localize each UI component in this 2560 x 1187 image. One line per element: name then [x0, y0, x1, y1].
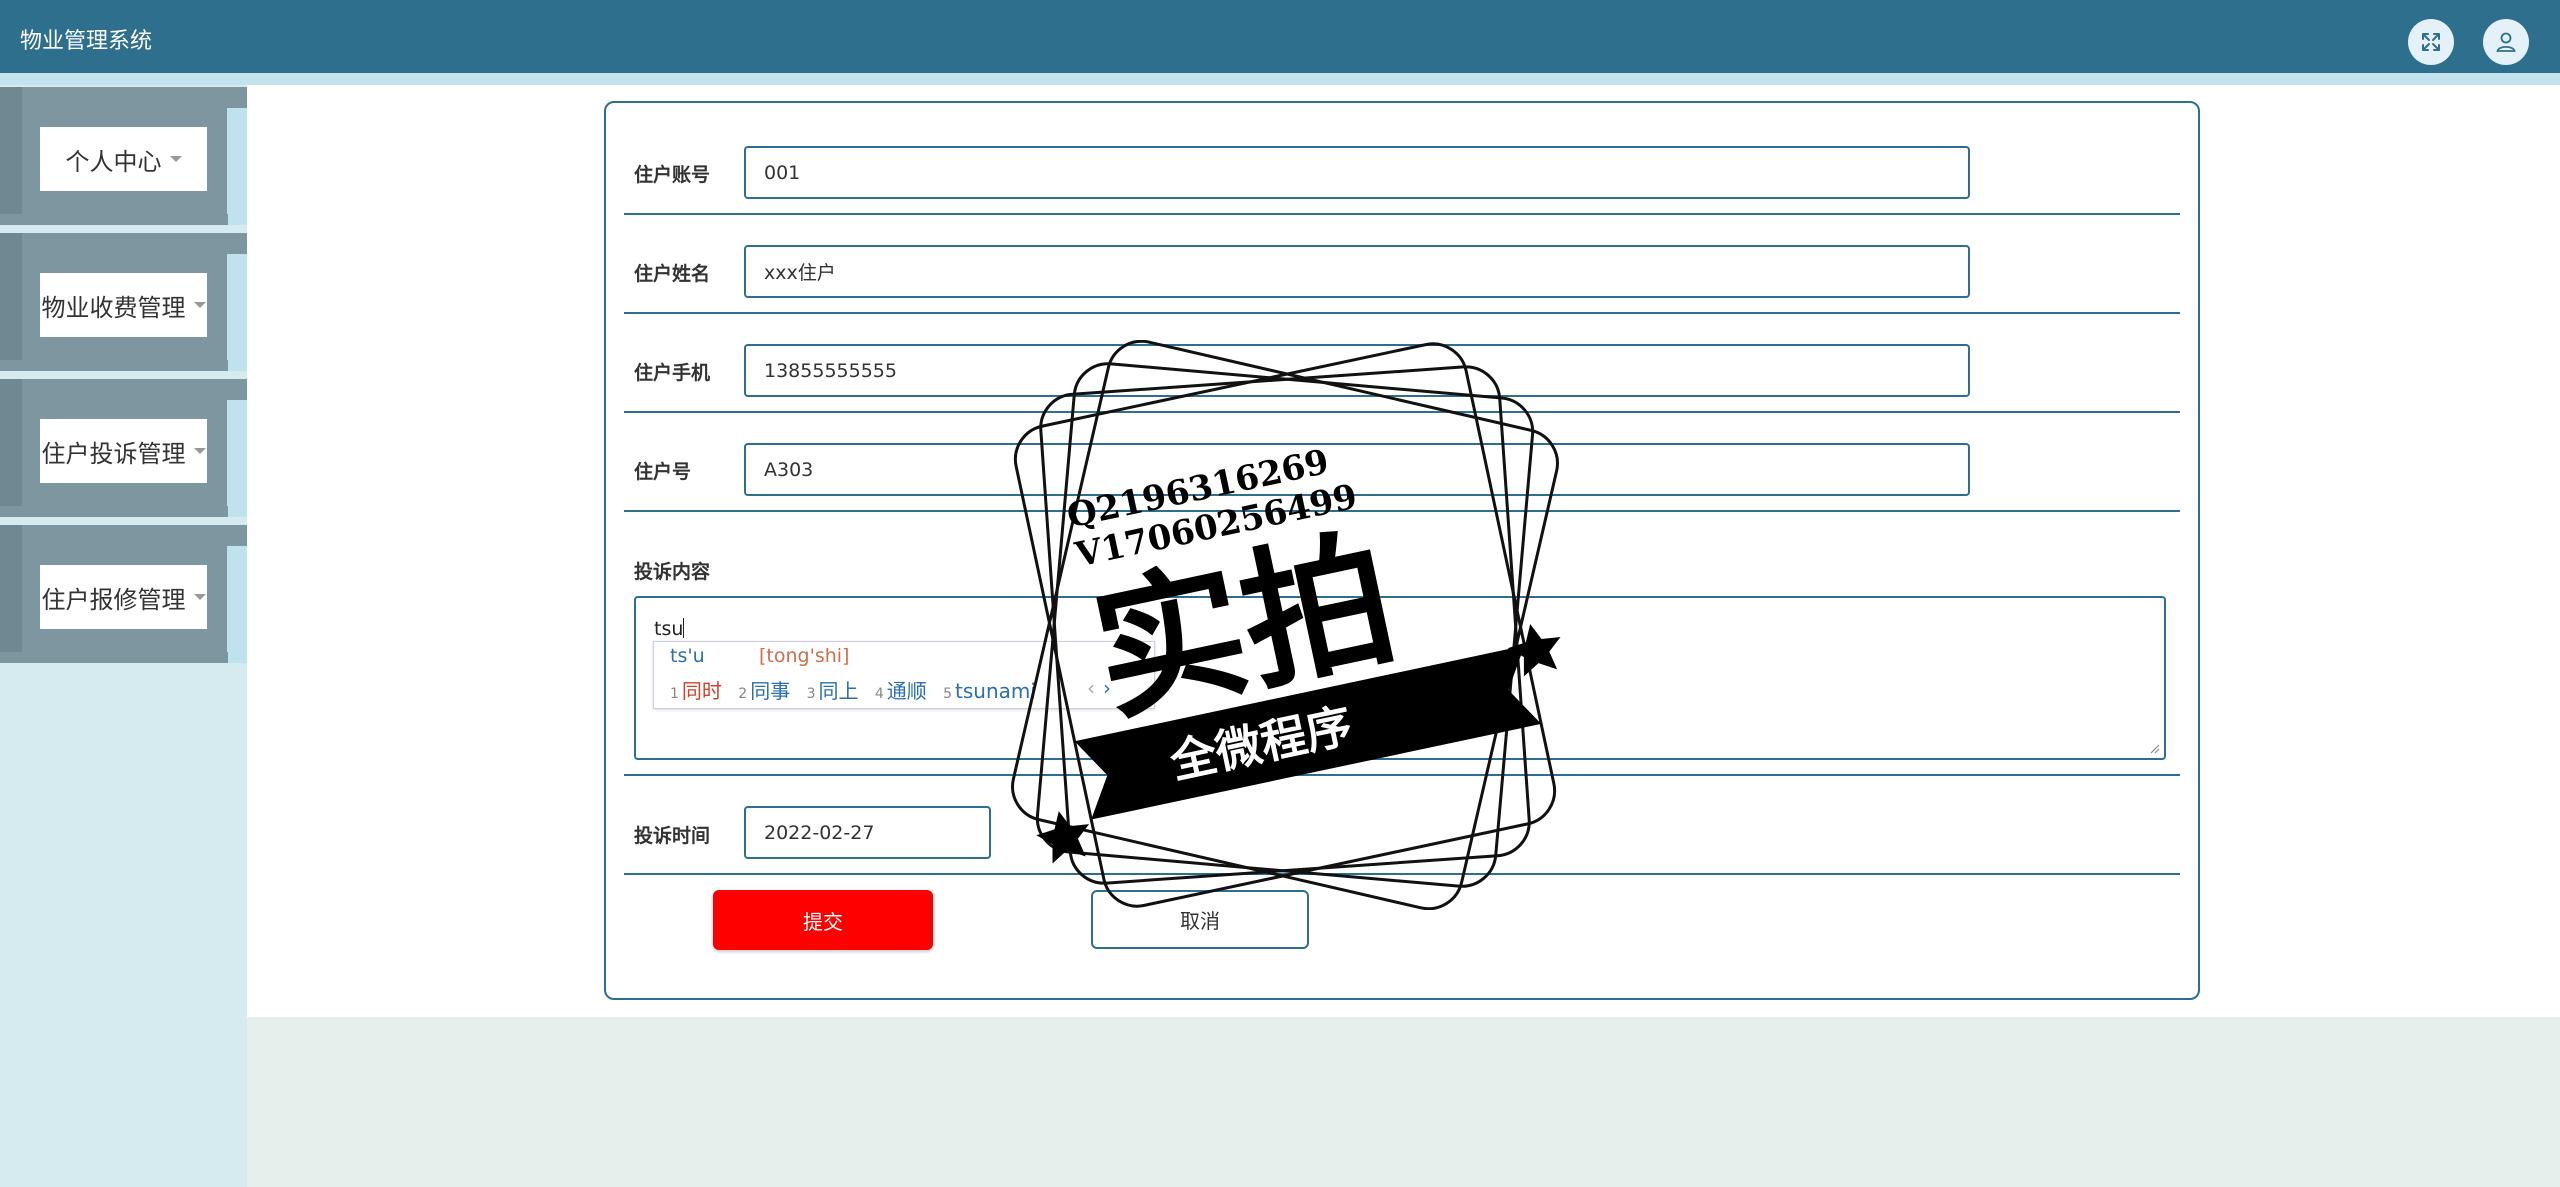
user-icon: [2496, 32, 2516, 52]
divider: [624, 774, 2180, 776]
ime-candidate[interactable]: 2 同事: [738, 675, 790, 704]
account-input[interactable]: 001: [744, 146, 1970, 199]
sidebar-item-fee-management[interactable]: 物业收费管理: [0, 233, 247, 371]
complaint-form-card: [604, 101, 2200, 1000]
time-input[interactable]: 2022-02-27: [744, 806, 991, 859]
phone-label: 住户手机: [634, 362, 711, 384]
fullscreen-icon: [2422, 33, 2440, 51]
time-label: 投诉时间: [634, 825, 711, 847]
divider: [624, 312, 2180, 314]
chevron-down-icon: [193, 594, 206, 600]
unit-label: 住户号: [634, 461, 692, 483]
chevron-down-icon: [169, 156, 182, 162]
ime-candidate[interactable]: 1 同时: [670, 675, 722, 704]
cancel-button[interactable]: 取消: [1091, 890, 1309, 949]
divider: [624, 213, 2180, 215]
ime-candidate[interactable]: 5 tsunami: [943, 679, 1036, 703]
chevron-down-icon: [193, 302, 206, 308]
ime-candidate[interactable]: 4 通顺: [875, 675, 927, 704]
top-bar: 物业管理系统: [0, 0, 2560, 73]
sidebar-item-personal-center[interactable]: 个人中心: [0, 87, 247, 225]
typed-text: tsu: [654, 618, 684, 640]
divider: [624, 873, 2180, 875]
user-button[interactable]: [2483, 19, 2529, 65]
submit-button[interactable]: 提交: [713, 890, 933, 950]
account-label: 住户账号: [634, 164, 711, 186]
sidebar-item-label: 物业收费管理: [41, 293, 186, 322]
ime-candidate[interactable]: 3 同上: [807, 675, 859, 704]
fullscreen-button[interactable]: [2408, 19, 2454, 65]
divider: [624, 510, 2180, 512]
sidebar-item-repair-management[interactable]: 住户报修管理: [0, 525, 247, 663]
unit-input[interactable]: A303: [744, 443, 1970, 496]
chevron-down-icon: [193, 448, 206, 454]
text-caret: [683, 618, 685, 638]
resize-handle-icon[interactable]: [2148, 742, 2160, 754]
sidebar-item-label: 住户投诉管理: [41, 439, 186, 468]
ime-prev-page-icon[interactable]: ‹: [1087, 676, 1095, 700]
sidebar-item-label: 住户报修管理: [41, 585, 186, 614]
ime-pinyin: [tong'shi]: [759, 645, 850, 667]
divider: [624, 411, 2180, 413]
ime-candidate-popup: ts'u [tong'shi] 1 同时 2 同事 3 同上 4 通顺 5 tsunami…: [653, 641, 1155, 709]
name-label: 住户姓名: [634, 263, 711, 285]
sidebar-item-label: 个人中心: [65, 147, 162, 176]
name-input[interactable]: xxx住户: [744, 245, 1970, 298]
app-title: 物业管理系统: [20, 29, 153, 54]
ime-next-page-icon[interactable]: ›: [1103, 676, 1111, 700]
sidebar: 个人中心 物业收费管理 住户投诉管理 住户报修管理: [0, 85, 247, 1187]
header-strip: [0, 73, 2560, 85]
ime-input-text: ts'u: [670, 645, 705, 667]
phone-input[interactable]: 13855555555: [744, 344, 1970, 397]
sidebar-item-complaint-management[interactable]: 住户投诉管理: [0, 379, 247, 517]
content-label: 投诉内容: [634, 561, 711, 583]
